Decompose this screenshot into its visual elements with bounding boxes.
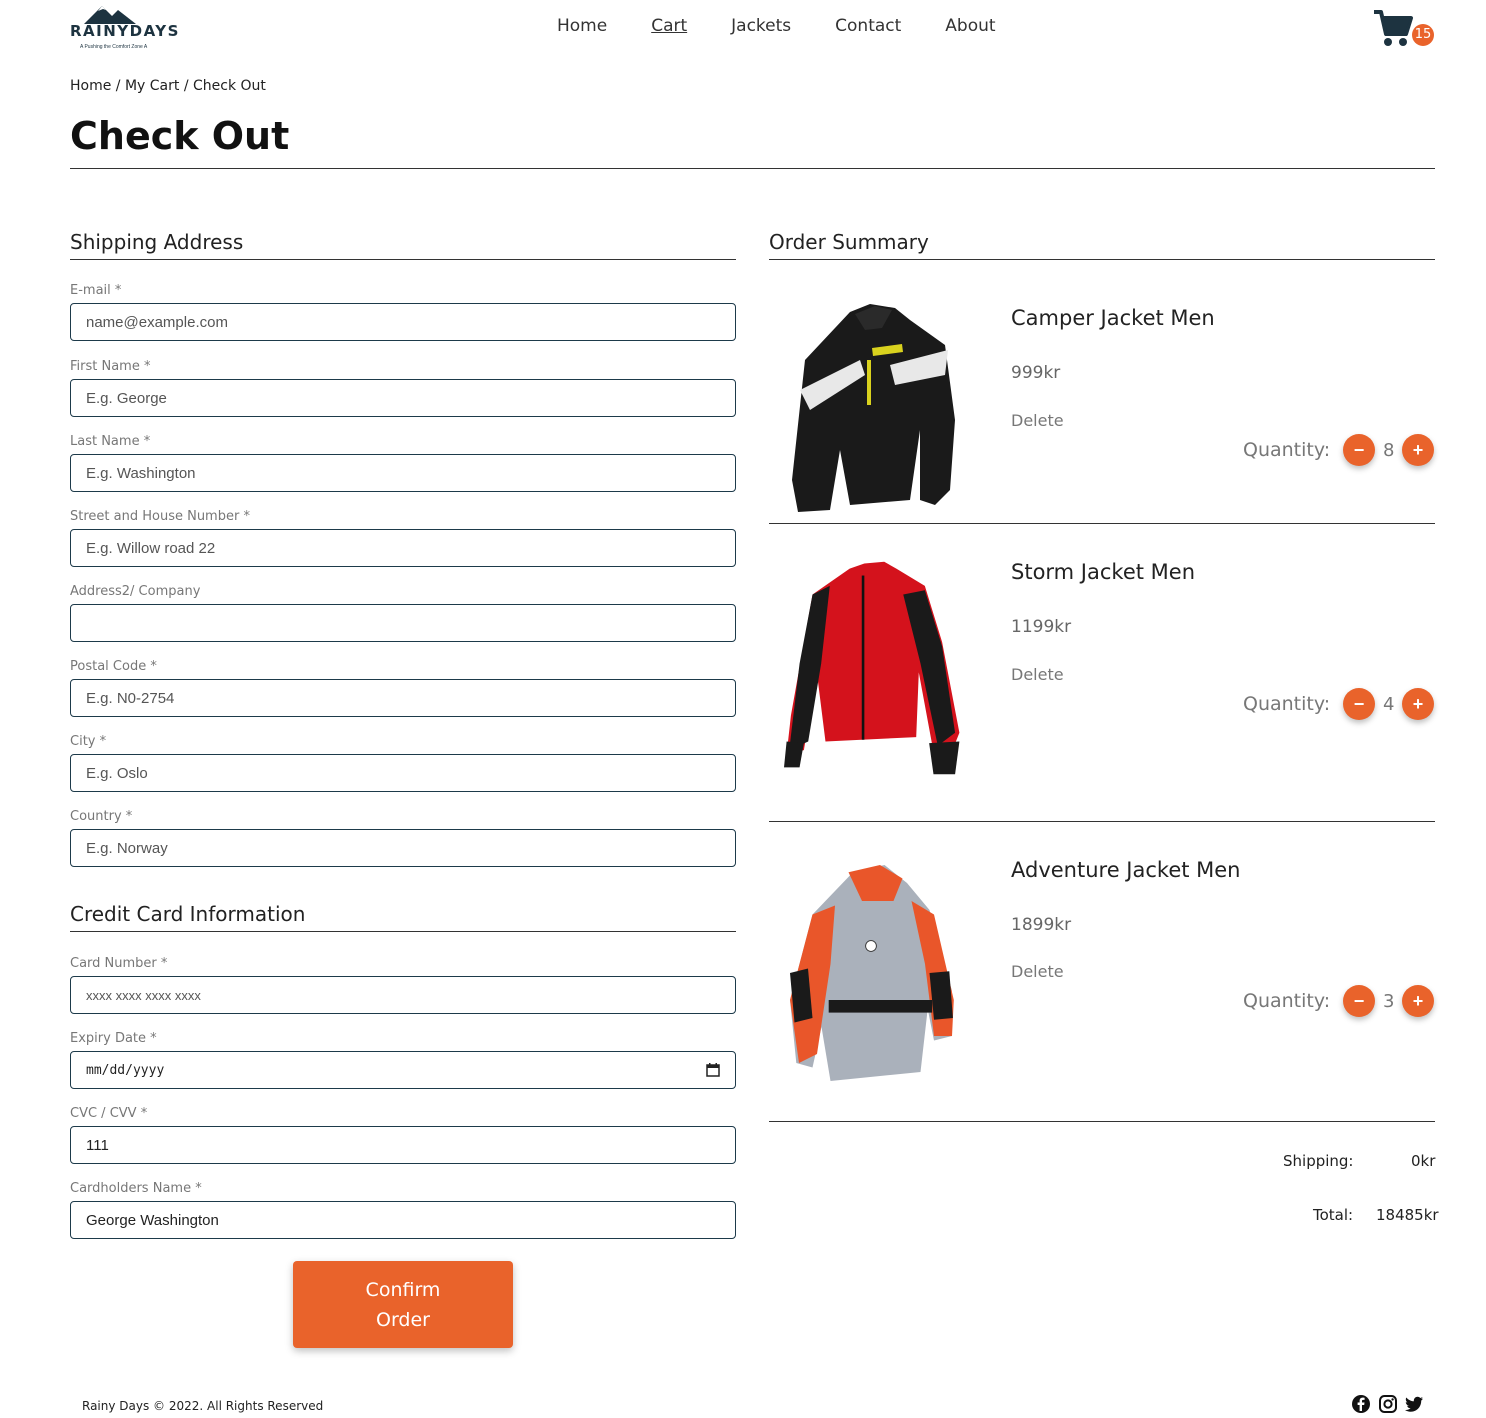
last-name-field[interactable]: E.g. Washington	[70, 454, 736, 492]
street-placeholder: E.g. Willow road 22	[86, 539, 216, 557]
storm-jacket-image	[784, 561, 960, 775]
delete-item-button[interactable]: Delete	[1011, 665, 1064, 684]
quantity-value: 4	[1383, 694, 1395, 715]
postal-code-label: Postal Code *	[70, 659, 157, 674]
order-summary-heading: Order Summary	[769, 230, 929, 254]
country-placeholder: E.g. Norway	[86, 839, 168, 857]
street-field[interactable]: E.g. Willow road 22	[70, 529, 736, 567]
item-price: 1199kr	[1011, 617, 1072, 637]
city-label: City *	[70, 734, 107, 749]
item-price: 999kr	[1011, 363, 1061, 383]
instagram-icon[interactable]	[1378, 1394, 1398, 1414]
email-label: E-mail *	[70, 283, 122, 298]
item-price: 1899kr	[1011, 915, 1072, 935]
shipping-cost-value: 0kr	[1411, 1152, 1436, 1170]
nav-contact[interactable]: Contact	[835, 16, 901, 36]
item-divider	[769, 523, 1435, 524]
first-name-field[interactable]: E.g. George	[70, 379, 736, 417]
postal-code-placeholder: E.g. N0-2754	[86, 689, 175, 707]
item-divider	[769, 821, 1435, 822]
cvc-value: 111	[86, 1136, 109, 1154]
expiry-value: mm/dd/yyyy	[86, 1062, 165, 1078]
city-field[interactable]: E.g. Oslo	[70, 754, 736, 792]
quantity-value: 8	[1383, 440, 1395, 461]
expiry-label: Expiry Date *	[70, 1031, 157, 1046]
cardholder-field[interactable]: George Washington	[70, 1201, 736, 1239]
cart-icon	[1374, 10, 1413, 46]
email-placeholder: name@example.com	[86, 313, 228, 331]
shipping-cost-label: Shipping:	[1283, 1152, 1354, 1170]
facebook-icon[interactable]	[1351, 1394, 1371, 1414]
first-name-placeholder: E.g. George	[86, 389, 167, 407]
postal-code-field[interactable]: E.g. N0-2754	[70, 679, 736, 717]
adventure-jacket-image	[790, 865, 954, 1081]
last-name-placeholder: E.g. Washington	[86, 464, 196, 482]
address2-field[interactable]	[70, 604, 736, 642]
cart-count-badge: 15	[1412, 24, 1434, 46]
total-label: Total:	[1313, 1206, 1354, 1224]
expiry-date-field[interactable]: mm/dd/yyyy	[70, 1051, 736, 1089]
cardholder-value: George Washington	[86, 1211, 219, 1229]
quantity-label: Quantity:	[1243, 990, 1331, 1012]
item-name: Storm Jacket Men	[1011, 560, 1196, 584]
card-number-field[interactable]: xxxx xxxx xxxx xxxx	[70, 976, 736, 1014]
street-label: Street and House Number *	[70, 509, 250, 524]
address2-label: Address2/ Company	[70, 584, 201, 599]
cvc-label: CVC / CVV *	[70, 1106, 148, 1121]
card-number-label: Card Number *	[70, 956, 168, 971]
quantity-increase-button[interactable]: +	[1402, 434, 1434, 466]
title-divider	[70, 168, 1435, 169]
page-title: Check Out	[70, 114, 290, 158]
card-heading: Credit Card Information	[70, 902, 306, 926]
footer-copyright: Rainy Days © 2022. All Rights Reserved	[82, 1399, 324, 1413]
country-label: Country *	[70, 809, 133, 824]
country-field[interactable]: E.g. Norway	[70, 829, 736, 867]
card-divider	[70, 931, 736, 932]
confirm-line1: Confirm	[365, 1278, 441, 1301]
item-name: Camper Jacket Men	[1011, 306, 1215, 330]
nav-about[interactable]: About	[945, 16, 995, 36]
total-value: 18485kr	[1376, 1206, 1439, 1224]
quantity-increase-button[interactable]: +	[1402, 985, 1434, 1017]
first-name-label: First Name *	[70, 359, 151, 374]
delete-item-button[interactable]: Delete	[1011, 411, 1064, 430]
camper-jacket-image	[792, 304, 955, 512]
quantity-value: 3	[1383, 991, 1395, 1012]
confirm-line2: Order	[376, 1308, 430, 1331]
quantity-decrease-button[interactable]: −	[1343, 985, 1375, 1017]
nav-cart[interactable]: Cart	[651, 16, 687, 36]
cardholder-label: Cardholders Name *	[70, 1181, 202, 1196]
breadcrumb: Home / My Cart / Check Out	[70, 78, 266, 94]
shipping-heading: Shipping Address	[70, 230, 244, 254]
item-name: Adventure Jacket Men	[1011, 858, 1241, 882]
city-placeholder: E.g. Oslo	[86, 764, 148, 782]
brand-logo[interactable]: RAINYDAYS A Pushing the Comfort Zone A	[70, 4, 178, 54]
cart-button[interactable]: 15	[1372, 6, 1438, 50]
quantity-increase-button[interactable]: +	[1402, 688, 1434, 720]
calendar-icon[interactable]	[706, 1063, 720, 1077]
card-number-placeholder: xxxx xxxx xxxx xxxx	[86, 987, 201, 1003]
quantity-label: Quantity:	[1243, 693, 1331, 715]
quantity-decrease-button[interactable]: −	[1343, 434, 1375, 466]
shipping-divider	[70, 259, 736, 260]
quantity-decrease-button[interactable]: −	[1343, 688, 1375, 720]
nav-home[interactable]: Home	[557, 16, 607, 36]
main-nav: Home Cart Jackets Contact About	[557, 16, 1040, 36]
cvc-field[interactable]: 111	[70, 1126, 736, 1164]
brand-name: RAINYDAYS	[70, 22, 180, 40]
brand-tagline: A Pushing the Comfort Zone A	[80, 44, 148, 50]
confirm-order-button[interactable]: Confirm Order	[293, 1261, 513, 1348]
quantity-label: Quantity:	[1243, 439, 1331, 461]
order-summary-divider	[769, 259, 1435, 260]
item-divider	[769, 1121, 1435, 1122]
nav-jackets[interactable]: Jackets	[731, 16, 791, 36]
twitter-icon[interactable]	[1404, 1394, 1424, 1414]
last-name-label: Last Name *	[70, 434, 151, 449]
delete-item-button[interactable]: Delete	[1011, 962, 1064, 981]
email-field[interactable]: name@example.com	[70, 303, 736, 341]
